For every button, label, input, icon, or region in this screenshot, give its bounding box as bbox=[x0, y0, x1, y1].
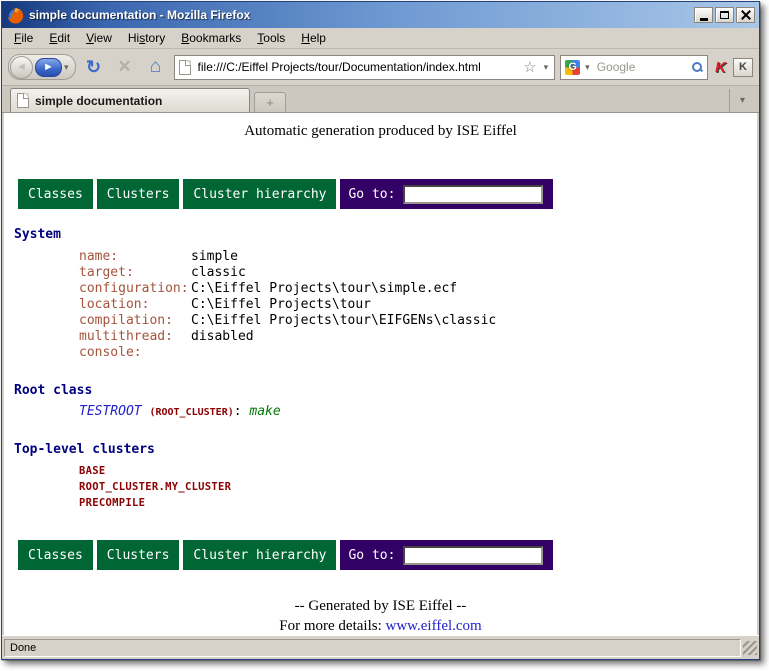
root-class-link[interactable]: TESTROOT bbox=[79, 404, 142, 419]
root-class-heading: Root class bbox=[14, 383, 757, 399]
goto-block: Go to: bbox=[340, 540, 553, 570]
forward-button[interactable]: ► bbox=[35, 58, 62, 77]
window-title: simple documentation - Mozilla Firefox bbox=[29, 8, 694, 22]
menu-item-file[interactable]: File bbox=[6, 29, 41, 47]
kaspersky-icon[interactable]: K bbox=[713, 59, 728, 76]
page-title: Automatic generation produced by ISE Eif… bbox=[4, 123, 757, 141]
bookmark-star-icon[interactable]: ☆ bbox=[523, 58, 536, 76]
doc-nav-bottom: Classes Clusters Cluster hierarchy Go to… bbox=[18, 540, 757, 570]
search-input[interactable] bbox=[595, 59, 688, 75]
cluster-hierarchy-button[interactable]: Cluster hierarchy bbox=[183, 179, 336, 209]
close-icon bbox=[741, 10, 751, 20]
cluster-link-base[interactable]: BASE bbox=[4, 463, 757, 479]
home-button[interactable]: ⌂ bbox=[143, 56, 169, 78]
menu-item-history[interactable]: History bbox=[120, 29, 173, 47]
classes-button[interactable]: Classes bbox=[18, 540, 93, 570]
menu-item-edit[interactable]: Edit bbox=[41, 29, 78, 47]
forward-icon: ► bbox=[43, 61, 54, 73]
firefox-logo-icon bbox=[7, 7, 24, 24]
goto-label: Go to: bbox=[348, 548, 395, 563]
address-bar: ☆ ▾ bbox=[174, 55, 556, 80]
goto-input[interactable] bbox=[403, 546, 543, 565]
menu-item-tools[interactable]: Tools bbox=[249, 29, 293, 47]
history-dropdown-button[interactable]: ▾ bbox=[62, 62, 71, 73]
goto-label: Go to: bbox=[348, 187, 395, 202]
system-heading: System bbox=[14, 227, 757, 243]
doc-nav-top: Classes Clusters Cluster hierarchy Go to… bbox=[18, 179, 757, 209]
google-logo-icon: G bbox=[565, 60, 580, 75]
maximize-button[interactable] bbox=[715, 7, 734, 23]
system-row: configuration:C:\Eiffel Projects\tour\si… bbox=[4, 281, 757, 297]
tab-simple-documentation[interactable]: simple documentation bbox=[10, 88, 250, 112]
back-forward-group: ◄ ► ▾ bbox=[8, 54, 76, 80]
classes-button[interactable]: Classes bbox=[18, 179, 93, 209]
system-row: name:simple bbox=[4, 249, 757, 265]
menu-item-bookmarks[interactable]: Bookmarks bbox=[173, 29, 249, 47]
title-bar[interactable]: simple documentation - Mozilla Firefox bbox=[2, 2, 759, 28]
search-engine-dropdown-button[interactable]: ▾ bbox=[583, 62, 592, 73]
clusters-button[interactable]: Clusters bbox=[97, 540, 180, 570]
back-icon: ◄ bbox=[16, 61, 27, 73]
status-bar: Done bbox=[2, 635, 759, 659]
back-button[interactable]: ◄ bbox=[10, 56, 33, 79]
reload-button[interactable]: ↻ bbox=[81, 57, 107, 78]
k-extension-button[interactable]: K bbox=[733, 58, 753, 77]
url-dropdown-button[interactable]: ▾ bbox=[542, 62, 551, 73]
system-row: compilation:C:\Eiffel Projects\tour\EIFG… bbox=[4, 313, 757, 329]
minimize-icon bbox=[700, 18, 708, 21]
page-content: Automatic generation produced by ISE Eif… bbox=[4, 113, 757, 635]
menu-item-view[interactable]: View bbox=[78, 29, 120, 47]
resize-grip-icon[interactable] bbox=[743, 641, 757, 655]
search-icon[interactable] bbox=[691, 61, 703, 73]
top-level-clusters-heading: Top-level clusters bbox=[14, 442, 757, 458]
system-row: multithread:disabled bbox=[4, 329, 757, 345]
site-favicon-icon bbox=[179, 60, 191, 75]
screenshot: simple documentation - Mozilla Firefox F… bbox=[0, 0, 769, 671]
cluster-link-precompile[interactable]: PRECOMPILE bbox=[4, 495, 757, 511]
menu-item-help[interactable]: Help bbox=[293, 29, 334, 47]
minimize-button[interactable] bbox=[694, 7, 713, 23]
more-details-text: For more details: bbox=[279, 618, 381, 634]
cluster-list: BASE ROOT_CLUSTER.MY_CLUSTER PRECOMPILE bbox=[4, 463, 757, 511]
menu-bar: File Edit View History Bookmarks Tools H… bbox=[2, 28, 759, 49]
stop-button[interactable]: × bbox=[112, 58, 138, 76]
goto-input[interactable] bbox=[403, 185, 543, 204]
separator: : bbox=[234, 404, 242, 419]
navigation-toolbar: ◄ ► ▾ ↻ × ⌂ ☆ ▾ G ▾ K K bbox=[2, 49, 759, 86]
system-row: target:classic bbox=[4, 265, 757, 281]
list-all-tabs-button[interactable]: ▾ bbox=[729, 89, 755, 112]
tab-label: simple documentation bbox=[35, 94, 162, 108]
system-row: console: bbox=[4, 345, 757, 361]
status-text: Done bbox=[4, 639, 741, 657]
system-properties: name:simple target:classic configuration… bbox=[4, 249, 757, 361]
system-row: location:C:\Eiffel Projects\tour bbox=[4, 297, 757, 313]
tab-favicon-icon bbox=[17, 93, 29, 108]
browser-window: simple documentation - Mozilla Firefox F… bbox=[1, 1, 760, 660]
cluster-link-root-cluster-my-cluster[interactable]: ROOT_CLUSTER.MY_CLUSTER bbox=[4, 479, 757, 495]
goto-block: Go to: bbox=[340, 179, 553, 209]
search-bar: G ▾ bbox=[560, 55, 708, 80]
root-cluster-link[interactable]: (ROOT_CLUSTER) bbox=[149, 407, 233, 418]
url-input[interactable] bbox=[196, 59, 519, 75]
page-footer: -- Generated by ISE Eiffel -- For more d… bbox=[4, 596, 757, 635]
eiffel-link[interactable]: www.eiffel.com bbox=[386, 618, 482, 634]
generated-by-text: -- Generated by ISE Eiffel -- bbox=[4, 596, 757, 616]
tab-strip: simple documentation + ▾ bbox=[2, 86, 759, 113]
cluster-hierarchy-button[interactable]: Cluster hierarchy bbox=[183, 540, 336, 570]
new-tab-button[interactable]: + bbox=[254, 92, 286, 112]
root-class-line: TESTROOT (ROOT_CLUSTER): make bbox=[4, 404, 757, 421]
close-button[interactable] bbox=[736, 7, 755, 23]
creation-feature-link[interactable]: make bbox=[249, 404, 280, 419]
clusters-button[interactable]: Clusters bbox=[97, 179, 180, 209]
maximize-icon bbox=[720, 11, 729, 19]
